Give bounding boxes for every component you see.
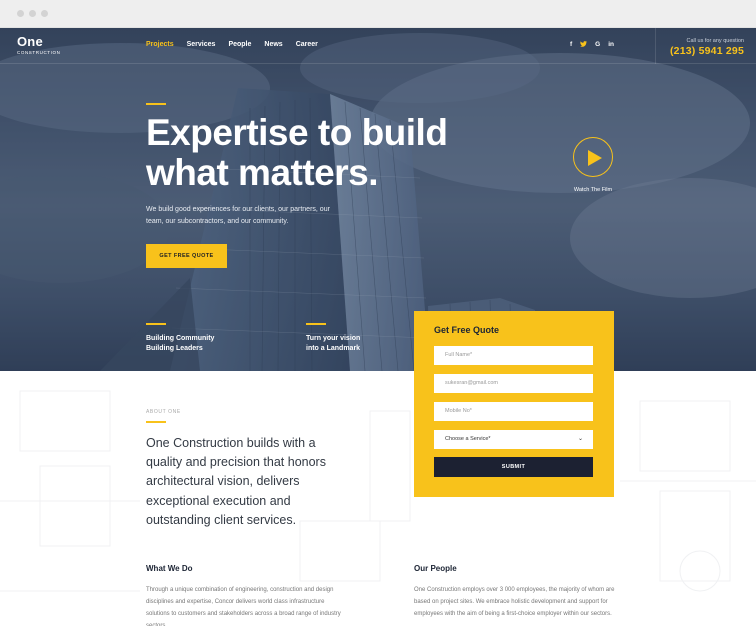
feature-2-line-2: into a Landmark [306,345,361,352]
window-control-dot[interactable] [17,10,24,17]
top-navigation-bar: One CONSTRUCTION Projects Services Peopl… [0,28,756,64]
feature-turn-your-vision: Turn your vision into a Landmark [306,334,396,354]
social-links: f G in [570,41,622,49]
feature-accent-line [146,323,166,325]
about-text: One Construction builds with a quality a… [146,436,326,527]
email-field[interactable]: sukesran@gmail.com [434,374,593,393]
hero-headline: Expertise to build what matters. [146,113,476,193]
feature-1-line-1: Building Community [146,335,215,342]
play-icon [588,150,602,166]
google-icon[interactable]: G [595,41,600,49]
browser-window: One CONSTRUCTION Projects Services Peopl… [0,0,756,626]
facebook-icon[interactable]: f [570,41,572,49]
what-we-do-title: What We Do [146,564,193,573]
nav-item-people[interactable]: People [228,41,251,48]
feature-building-community: Building Community Building Leaders [146,334,236,354]
our-people-title: Our People [414,564,457,573]
twitter-icon[interactable] [580,41,588,49]
quote-form-card: Get Free Quote Full Name* sukesran@gmail… [414,311,614,497]
what-we-do-text: Through a unique combination of engineer… [146,587,341,626]
headline-line-2: what matters. [146,152,379,193]
logo-wordmark: One [17,34,43,49]
about-label: ABOUT ONE [146,409,181,415]
contact-label: Call us for any question [686,38,744,44]
phone-number[interactable]: (213) 5941 295 [656,45,744,57]
logo-subtitle: CONSTRUCTION [17,50,61,55]
mobile-field[interactable]: Mobile No* [434,402,593,421]
nav-item-projects[interactable]: Projects [146,41,174,48]
get-free-quote-button[interactable]: GET FREE QUOTE [146,244,227,268]
about-accent-line [146,421,166,423]
chevron-down-icon: ⌄ [577,436,583,442]
feature-1-line-2: Building Leaders [146,345,203,352]
full-name-field[interactable]: Full Name* [434,346,593,365]
blueprint-background-pattern [0,390,756,592]
quote-form-title: Get Free Quote [434,325,500,335]
nav-item-news[interactable]: News [264,41,282,48]
window-control-dot[interactable] [41,10,48,17]
nav-item-career[interactable]: Career [296,41,318,48]
linkedin-icon[interactable]: in [608,41,614,49]
submit-button[interactable]: SUBMIT [434,457,593,477]
window-control-dot[interactable] [29,10,36,17]
headline-line-1: Expertise to build [146,112,448,153]
logo[interactable]: One CONSTRUCTION [17,34,61,55]
contact-box: Call us for any question (213) 5941 295 [655,28,756,64]
hero-section: One CONSTRUCTION Projects Services Peopl… [0,28,756,371]
main-nav: Projects Services People News Career [146,41,331,48]
service-select-value: Choose a Service* [445,436,491,442]
play-video-button[interactable] [573,137,613,177]
hero-background-image [0,28,756,371]
nav-item-services[interactable]: Services [187,41,216,48]
service-select[interactable]: Choose a Service* ⌄ [434,430,593,449]
hero-subtext: We build good experiences for our client… [146,206,330,225]
watch-film-label[interactable]: Watch The Film [564,187,622,193]
feature-accent-line [306,323,326,325]
headline-accent-line [146,103,166,105]
browser-title-bar [0,0,756,28]
feature-2-line-1: Turn your vision [306,335,361,342]
our-people-text: One Construction employs over 3 000 empl… [414,587,615,617]
